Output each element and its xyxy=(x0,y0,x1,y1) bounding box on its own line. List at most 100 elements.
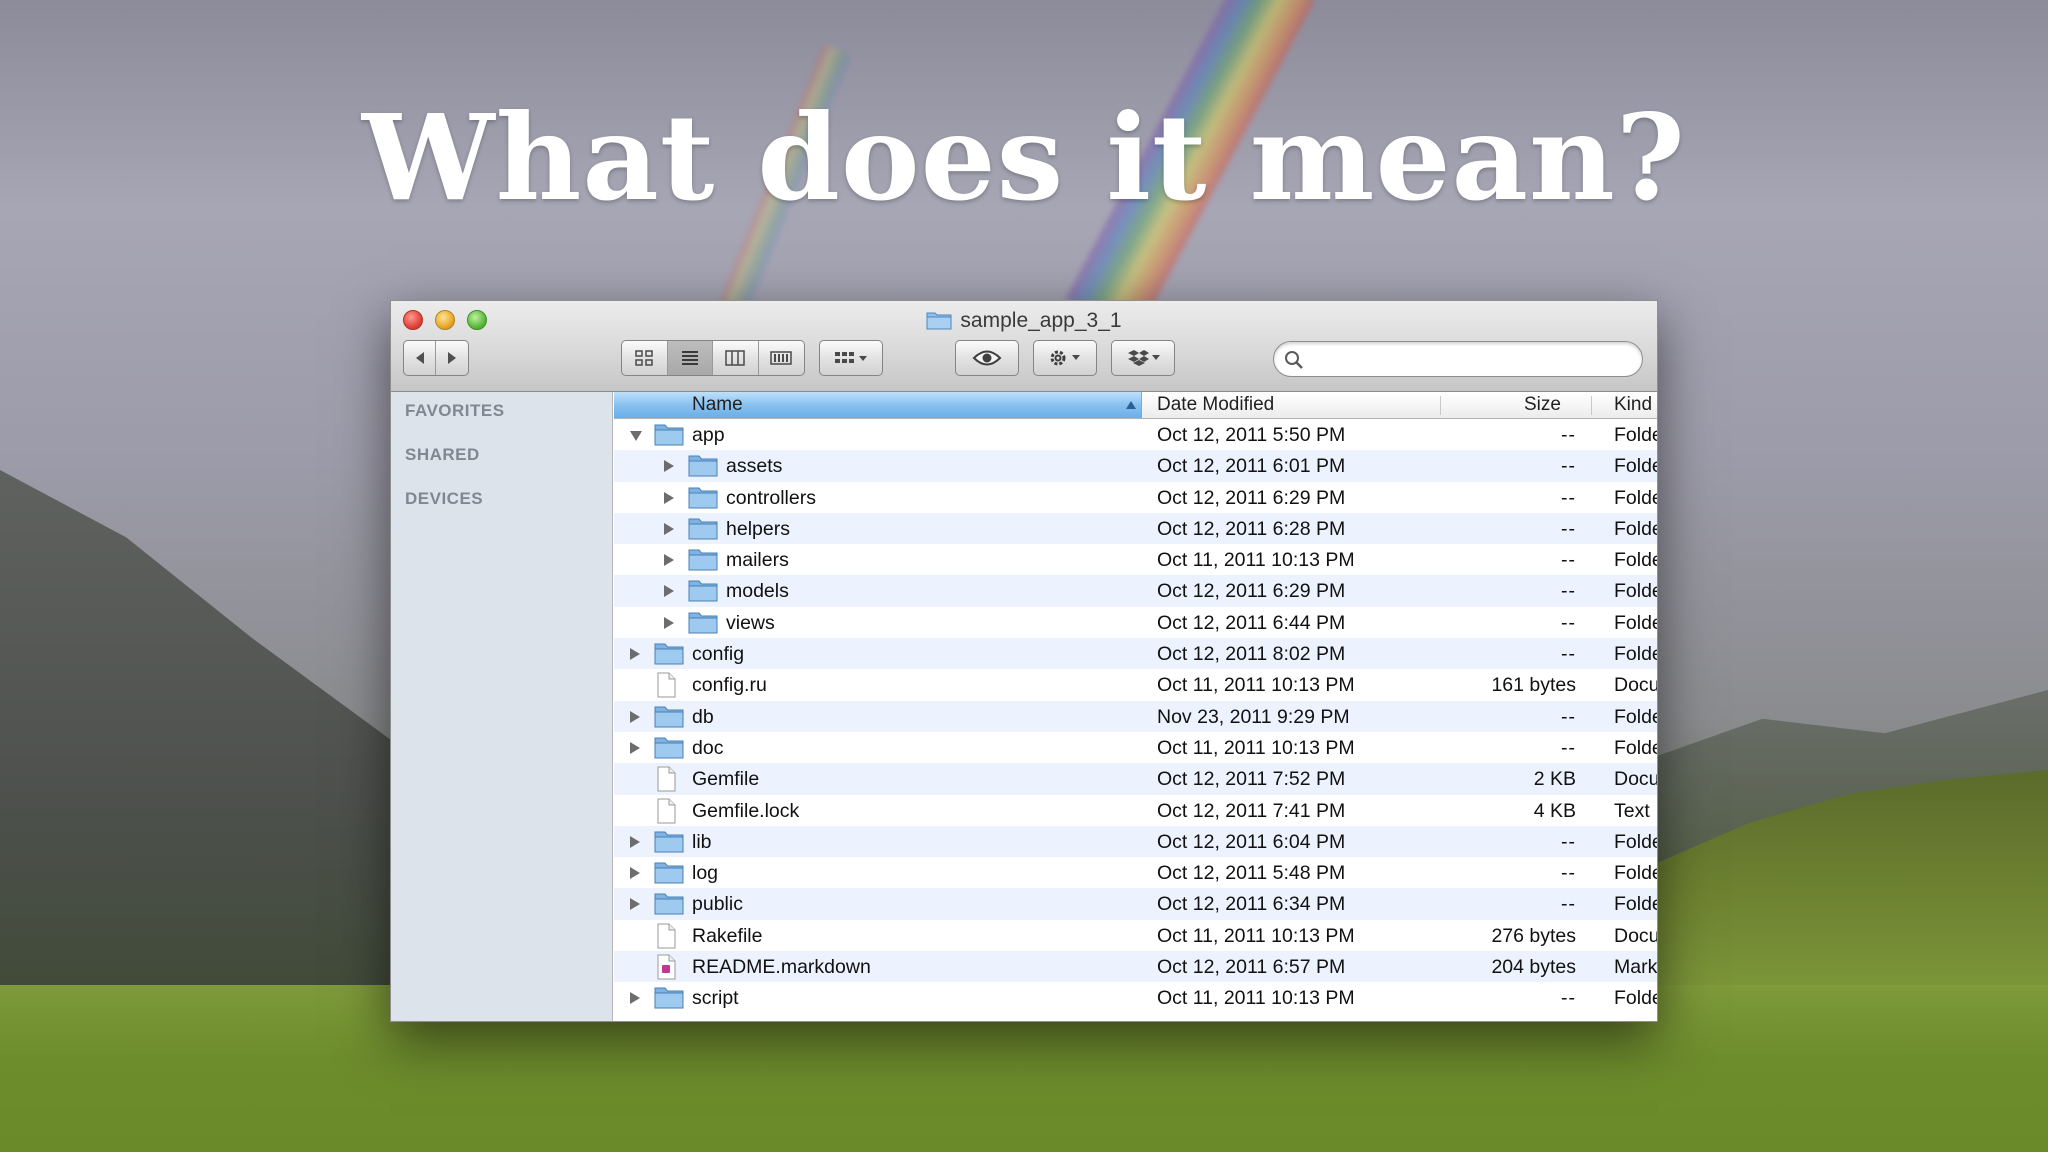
forward-button[interactable] xyxy=(436,341,468,375)
file-name: db xyxy=(692,705,714,728)
column-header-name[interactable]: Name xyxy=(692,394,743,416)
file-size: -- xyxy=(1561,862,1576,885)
file-row[interactable]: mailers Oct 11, 2011 10:13 PM -- Folder xyxy=(614,544,1657,575)
window-title: sample_app_3_1 xyxy=(391,309,1657,333)
file-row[interactable]: public Oct 12, 2011 6:34 PM -- Folder xyxy=(614,888,1657,920)
file-kind: Folder xyxy=(1614,862,1657,885)
view-mode-control xyxy=(621,340,805,376)
file-list: Name Date Modified Size Kind app Oct 12, … xyxy=(614,392,1658,1021)
file-date: Oct 11, 2011 10:13 PM xyxy=(1157,924,1355,947)
file-name: Rakefile xyxy=(692,924,763,947)
file-row[interactable]: app Oct 12, 2011 5:50 PM -- Folder xyxy=(614,419,1657,450)
cover-flow-view-button[interactable] xyxy=(759,341,804,375)
file-kind: Folder xyxy=(1614,486,1657,509)
file-row[interactable]: config Oct 12, 2011 8:02 PM -- Folder xyxy=(614,638,1657,671)
file-date: Oct 12, 2011 6:29 PM xyxy=(1157,580,1346,603)
file-row[interactable]: controllers Oct 12, 2011 6:29 PM -- Folder xyxy=(614,482,1657,515)
disclosure-closed-icon[interactable] xyxy=(630,648,640,661)
disclosure-closed-icon[interactable] xyxy=(664,585,674,598)
file-kind: Folder xyxy=(1614,643,1657,666)
file-date: Oct 12, 2011 6:44 PM xyxy=(1157,611,1346,634)
file-name: assets xyxy=(726,455,783,478)
quick-look-button[interactable] xyxy=(955,340,1019,376)
file-date: Nov 23, 2011 9:29 PM xyxy=(1157,705,1350,728)
file-row[interactable]: assets Oct 12, 2011 6:01 PM -- Folder xyxy=(614,450,1657,482)
column-header-date[interactable]: Date Modified xyxy=(1157,394,1274,416)
disclosure-closed-icon[interactable] xyxy=(630,898,640,911)
file-name: views xyxy=(726,611,775,634)
file-row[interactable]: Gemfile Oct 12, 2011 7:52 PM 2 KB Document xyxy=(614,763,1657,795)
file-size: -- xyxy=(1561,705,1576,728)
sidebar-section-favorites[interactable]: FAVORITES xyxy=(405,401,505,421)
file-row[interactable]: doc Oct 11, 2011 10:13 PM -- Folder xyxy=(614,732,1657,763)
disclosure-closed-icon[interactable] xyxy=(664,522,674,535)
disclosure-closed-icon[interactable] xyxy=(630,992,640,1005)
disclosure-closed-icon[interactable] xyxy=(664,554,674,567)
window-titlebar: sample_app_3_1 xyxy=(391,301,1657,392)
folder-icon xyxy=(688,516,718,546)
folder-icon xyxy=(926,312,952,330)
file-kind: Folder xyxy=(1614,580,1657,603)
icon-view-button[interactable] xyxy=(622,341,668,375)
file-name: config xyxy=(692,643,745,666)
column-view-icon xyxy=(725,350,745,366)
file-name: doc xyxy=(692,736,724,759)
file-row[interactable]: Gemfile.lock Oct 12, 2011 7:41 PM 4 KB Text xyxy=(614,795,1657,826)
folder-icon xyxy=(654,704,684,734)
file-size: -- xyxy=(1561,486,1576,509)
folder-icon xyxy=(654,641,684,671)
file-date: Oct 11, 2011 10:13 PM xyxy=(1157,987,1355,1010)
disclosure-closed-icon[interactable] xyxy=(630,835,640,848)
sidebar-section-devices[interactable]: DEVICES xyxy=(405,489,483,509)
disclosure-closed-icon[interactable] xyxy=(664,616,674,629)
column-divider[interactable] xyxy=(1591,396,1592,415)
finder-window: sample_app_3_1 FAVORITES SHARED DEVICES … xyxy=(390,300,1658,1022)
disclosure-closed-icon[interactable] xyxy=(630,867,640,880)
file-row[interactable]: db Nov 23, 2011 9:29 PM -- Folder xyxy=(614,700,1657,734)
file-size: -- xyxy=(1561,830,1576,853)
file-row[interactable]: script Oct 11, 2011 10:13 PM -- Folder xyxy=(614,982,1657,1013)
disclosure-closed-icon[interactable] xyxy=(664,491,674,504)
arrange-button[interactable] xyxy=(819,340,883,376)
file-row[interactable]: config.ru Oct 11, 2011 10:13 PM 161 bytes D… xyxy=(614,669,1657,700)
back-button[interactable] xyxy=(404,341,437,375)
column-view-button[interactable] xyxy=(713,341,759,375)
file-kind: Markdown xyxy=(1614,956,1658,979)
column-header-kind[interactable]: Kind xyxy=(1614,394,1652,416)
file-name: Gemfile xyxy=(692,768,760,791)
sort-ascending-icon xyxy=(1126,401,1136,409)
file-size: -- xyxy=(1561,424,1576,446)
column-divider[interactable] xyxy=(1440,396,1441,415)
file-row[interactable]: log Oct 12, 2011 5:48 PM -- Folder xyxy=(614,857,1657,888)
file-size: 276 bytes xyxy=(1491,924,1576,947)
dropbox-button[interactable] xyxy=(1111,340,1175,376)
file-row[interactable]: views Oct 12, 2011 6:44 PM -- Folder xyxy=(614,607,1657,640)
file-row[interactable]: README.markdown Oct 12, 2011 6:57 PM 204 b… xyxy=(614,951,1658,983)
file-row[interactable]: models Oct 12, 2011 6:29 PM -- Folder xyxy=(614,575,1657,607)
disclosure-closed-icon[interactable] xyxy=(664,460,674,473)
file-date: Oct 12, 2011 6:28 PM xyxy=(1157,517,1346,540)
file-name: script xyxy=(692,987,739,1010)
disclosure-open-icon[interactable] xyxy=(630,431,642,441)
file-row[interactable]: Rakefile Oct 11, 2011 10:13 PM 276 bytes Do… xyxy=(614,920,1657,951)
file-row[interactable]: helpers Oct 12, 2011 6:28 PM -- Folder xyxy=(614,512,1657,546)
file-row[interactable]: lib Oct 12, 2011 6:04 PM -- Folder xyxy=(614,825,1657,858)
file-name: public xyxy=(692,893,743,916)
column-header-size[interactable]: Size xyxy=(1524,394,1561,416)
file-kind: Text xyxy=(1614,799,1650,822)
file-size: 204 bytes xyxy=(1491,956,1576,979)
file-kind: Folder xyxy=(1614,424,1657,446)
file-size: -- xyxy=(1561,643,1576,666)
disclosure-closed-icon[interactable] xyxy=(630,741,640,754)
search-field[interactable] xyxy=(1273,341,1643,377)
file-date: Oct 12, 2011 6:04 PM xyxy=(1157,830,1346,853)
folder-icon xyxy=(688,610,718,640)
file-name: models xyxy=(726,580,789,603)
sidebar-section-shared[interactable]: SHARED xyxy=(405,445,480,465)
dropbox-icon xyxy=(1128,350,1160,366)
cover-flow-icon xyxy=(770,351,792,365)
list-view-button[interactable] xyxy=(667,341,713,375)
folder-icon xyxy=(688,485,718,515)
disclosure-closed-icon[interactable] xyxy=(630,710,640,723)
action-button[interactable] xyxy=(1033,340,1097,376)
